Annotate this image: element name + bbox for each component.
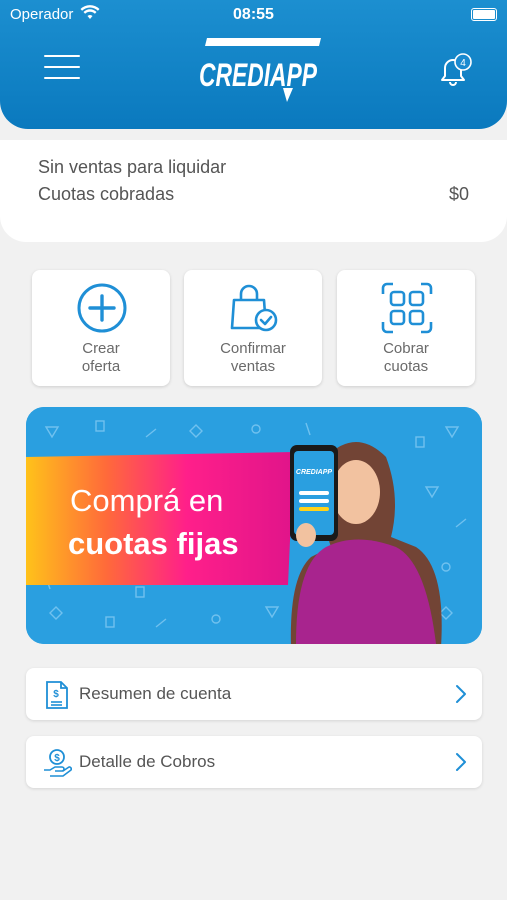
notifications-bell-icon[interactable]: 4 — [436, 52, 476, 88]
shopping-bag-check-icon — [230, 284, 278, 332]
label-line: cuotas — [383, 358, 429, 375]
app-header: Operador 08:55 CREDIAPP 4 — [0, 0, 507, 129]
label-line: Crear — [82, 340, 120, 357]
crediapp-logo: CREDIAPP — [199, 38, 321, 102]
banner-line2: cuotas fijas — [68, 526, 239, 561]
label-line: Cobrar — [383, 340, 429, 357]
statement-document-icon: $ — [46, 681, 68, 709]
clock: 08:55 — [233, 6, 274, 23]
collections-detail-row[interactable]: $ Detalle de Cobros — [26, 736, 482, 788]
logo-text: CREDIAPP — [199, 57, 317, 93]
chevron-right-icon — [456, 685, 466, 703]
create-offer-button[interactable]: Crear oferta — [32, 270, 170, 386]
notification-count: 4 — [460, 58, 466, 69]
label-line: Confirmar — [220, 340, 286, 357]
collected-amount: $0 — [448, 184, 469, 204]
banner-line1: Comprá en — [70, 483, 223, 518]
qr-scan-icon — [381, 282, 433, 334]
summary-card: Sin ventas para liquidar Cuotas cobradas… — [0, 140, 507, 242]
menu-button[interactable] — [44, 55, 80, 81]
svg-text:$: $ — [54, 753, 60, 764]
svg-text:$: $ — [53, 689, 59, 700]
battery-icon — [471, 8, 497, 21]
menu-line — [44, 77, 80, 79]
menu-line — [44, 55, 80, 57]
label-line: ventas — [230, 358, 276, 375]
account-summary-label: Resumen de cuenta — [79, 684, 232, 703]
promo-banner[interactable]: CREDIAPP Comprá en cuotas fijas — [26, 407, 482, 644]
collect-installments-label: Cobrar cuotas — [337, 340, 475, 376]
create-offer-label: Crear oferta — [32, 340, 170, 376]
phone-logo-text: CREDIAPP — [296, 469, 333, 476]
status-bar: Operador 08:55 — [0, 0, 507, 28]
chevron-right-icon — [456, 753, 466, 771]
hand-coin-icon: $ — [44, 749, 72, 777]
banner-artwork: CREDIAPP Comprá en cuotas fijas — [26, 407, 482, 644]
plus-circle-icon — [77, 283, 127, 333]
confirm-sales-button[interactable]: Confirmar ventas — [184, 270, 322, 386]
menu-line — [44, 66, 80, 68]
collect-installments-button[interactable]: Cobrar cuotas — [337, 270, 475, 386]
pending-sales-text: Sin ventas para liquidar — [38, 157, 227, 177]
collected-installments-label: Cuotas cobradas — [38, 184, 175, 204]
collections-detail-label: Detalle de Cobros — [79, 752, 216, 771]
label-line: oferta — [81, 358, 121, 375]
confirm-sales-label: Confirmar ventas — [184, 340, 322, 376]
account-summary-row[interactable]: $ Resumen de cuenta — [26, 668, 482, 720]
